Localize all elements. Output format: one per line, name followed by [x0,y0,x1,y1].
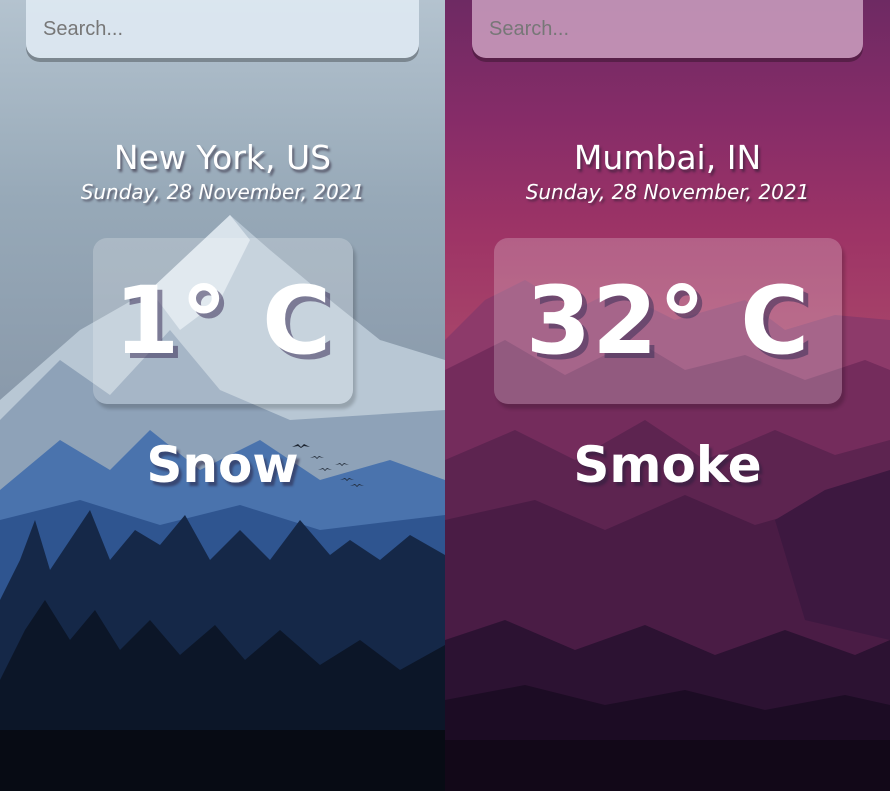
temperature-card: 32° C [494,238,842,404]
search-input[interactable] [26,0,419,58]
search-box [472,0,863,58]
weather-panel-mumbai: Mumbai, IN Sunday, 28 November, 2021 32°… [445,0,890,791]
date-label: Sunday, 28 November, 2021 [525,180,810,204]
location-title: Mumbai, IN [573,138,762,177]
weather-condition: Snow [146,436,299,494]
temperature-value: 32° C [525,266,811,376]
search-input[interactable] [472,0,863,58]
location-title: New York, US [113,138,332,177]
search-box [26,0,419,58]
weather-panel-new-york: New York, US Sunday, 28 November, 2021 1… [0,0,445,791]
date-label: Sunday, 28 November, 2021 [80,180,365,204]
weather-condition: Smoke [573,436,762,494]
temperature-card: 1° C [93,238,353,404]
temperature-value: 1° C [113,266,333,376]
